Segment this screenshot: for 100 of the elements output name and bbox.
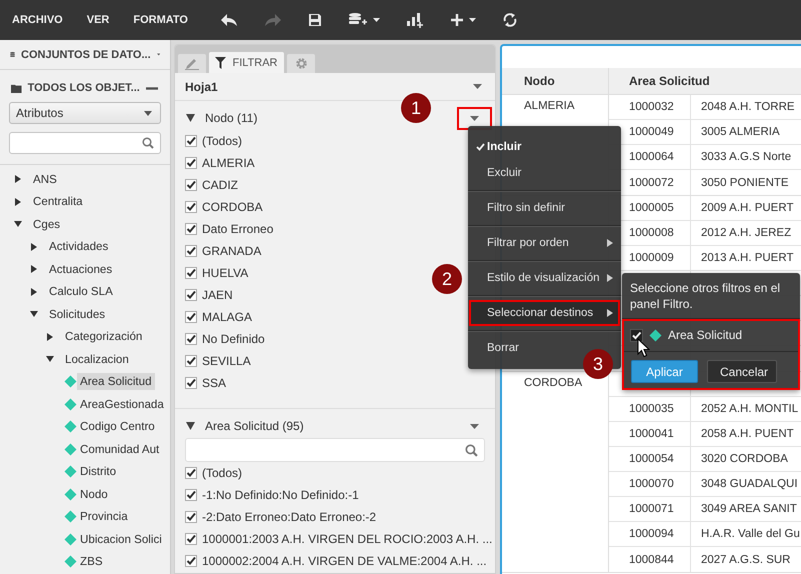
table-cell: 1000032 — [629, 101, 674, 113]
attribute-icon — [64, 488, 77, 501]
expander-icon[interactable] — [30, 242, 38, 251]
menu-item[interactable]: Excluir — [469, 160, 620, 186]
checkbox[interactable] — [185, 467, 197, 479]
attribute-icon — [64, 465, 77, 478]
submenu-arrow-icon — [607, 274, 613, 282]
panel-tab[interactable]: FILTRAR — [209, 52, 284, 73]
tree-item[interactable]: Calculo SLA — [46, 283, 116, 300]
search-field[interactable] — [9, 132, 161, 154]
filter-value: -1:No Definido:No Definido:-1 — [202, 488, 359, 502]
cancel-button[interactable]: Cancelar — [707, 360, 777, 383]
caret-icon — [470, 424, 479, 428]
search-field[interactable] — [185, 438, 485, 462]
checkbox[interactable] — [185, 333, 197, 345]
table-cell: 2058 A.H. PUENT — [701, 428, 794, 440]
checkbox[interactable] — [185, 223, 197, 235]
tree-item[interactable]: Nodo — [77, 486, 111, 503]
add-chart-icon — [406, 12, 424, 28]
checkbox[interactable] — [185, 311, 197, 323]
tree-item[interactable]: Categorización — [62, 328, 146, 346]
menu-button[interactable]: FORMATO — [125, 10, 196, 30]
checkbox[interactable] — [185, 533, 197, 545]
filter-value: Dato Erroneo — [202, 222, 274, 236]
menu-item[interactable]: Seleccionar destinos — [469, 300, 620, 326]
tree-item[interactable]: Area Solicitud — [77, 373, 155, 390]
tree-item[interactable]: Distrito — [77, 463, 120, 480]
checkbox[interactable] — [185, 511, 197, 523]
folder-icon — [11, 82, 22, 94]
caret-icon — [372, 18, 380, 22]
tree-item[interactable]: ANS — [30, 170, 60, 188]
redo-icon — [264, 13, 282, 27]
caret-icon — [470, 116, 479, 120]
expander-icon[interactable] — [14, 220, 22, 228]
expander-icon[interactable] — [46, 355, 54, 364]
expander-icon[interactable] — [186, 114, 195, 122]
attribute-icon — [64, 555, 77, 568]
tree-item[interactable]: ZBS — [77, 553, 106, 570]
submenu-hint: Seleccione otros filtros en el panel Filtro. — [622, 273, 800, 319]
table-cell: 3033 A.G.S Norte — [701, 151, 792, 163]
checkbox[interactable] — [185, 245, 197, 257]
tree-item[interactable]: Cges — [30, 216, 64, 233]
filter-value: (Todos) — [202, 134, 242, 148]
expander-icon[interactable] — [30, 288, 38, 296]
tree-item[interactable]: AreaGestionada — [77, 396, 167, 413]
checkbox[interactable] — [630, 328, 643, 342]
table-cell: 1000041 — [629, 428, 674, 440]
menu-item[interactable]: Filtro sin definir — [469, 195, 620, 221]
menu-item[interactable]: Estilo de visualización — [469, 265, 620, 291]
expander-icon[interactable] — [30, 310, 38, 318]
checkbox[interactable] — [185, 289, 197, 301]
table-cell: 3005 ALMERIA — [701, 126, 780, 138]
caret-icon — [144, 110, 152, 116]
checkbox[interactable] — [185, 267, 197, 279]
checkbox[interactable] — [185, 179, 197, 191]
objects-title: TODOS LOS OBJET... — [28, 82, 140, 94]
checkbox[interactable] — [185, 157, 197, 169]
tree-item[interactable]: Localizacion — [62, 350, 132, 368]
table-cell: 3020 CORDOBA — [701, 453, 788, 465]
caret-icon — [468, 18, 476, 22]
cursor-icon — [637, 338, 650, 358]
expander-icon[interactable] — [14, 198, 22, 206]
expander-icon[interactable] — [30, 265, 38, 274]
menu-button[interactable]: VER — [78, 10, 118, 30]
checkbox[interactable] — [185, 201, 197, 213]
tree-item[interactable]: Provincia — [77, 508, 131, 526]
checkbox[interactable] — [185, 377, 197, 389]
tree-item[interactable]: Ubicacion Solici — [77, 530, 165, 548]
table-cell: 2027 A.G.S. SUR — [701, 554, 790, 566]
tree-item[interactable]: Centralita — [30, 193, 86, 210]
tree-item[interactable]: Actuaciones — [46, 260, 116, 278]
filter-value: CORDOBA — [202, 200, 263, 214]
table-cell: 1000035 — [629, 403, 674, 415]
filter-value: 1000001:2003 A.H. VIRGEN DEL ROCIO:2003 A.H. ... — [202, 532, 492, 546]
view-select[interactable]: Atributos — [9, 102, 161, 124]
menu-item[interactable]: Incluir — [469, 134, 620, 160]
settings-icon — [294, 57, 308, 70]
checkbox[interactable] — [185, 489, 197, 501]
plus-icon — [450, 13, 464, 27]
table-cell: H.A.R. Valle del Gu — [701, 528, 800, 540]
checkbox[interactable] — [185, 135, 197, 147]
table-cell: CORDOBA — [524, 377, 582, 389]
tree-item[interactable]: Codigo Centro — [77, 418, 158, 436]
caret-icon[interactable] — [473, 84, 482, 89]
table-cell: 2048 A.H. TORRE — [701, 101, 795, 113]
sheet-name: Hoja1 — [185, 80, 218, 94]
table-cell: 3048 GUADALQUI — [701, 478, 798, 490]
menu-item[interactable]: Filtrar por orden — [469, 230, 620, 256]
submenu-arrow-icon — [607, 239, 613, 247]
expander-icon[interactable] — [186, 422, 195, 430]
checkbox[interactable] — [185, 555, 197, 567]
menu-button[interactable]: ARCHIVO — [4, 10, 71, 30]
tree-item[interactable]: Solicitudes — [46, 306, 108, 323]
expander-icon[interactable] — [14, 175, 22, 184]
checkbox[interactable] — [185, 355, 197, 367]
collapse-icon[interactable] — [146, 86, 158, 90]
expander-icon[interactable] — [46, 332, 54, 341]
tree-item[interactable]: Actividades — [46, 238, 112, 256]
tree-item[interactable]: Comunidad Aut — [77, 440, 162, 458]
filter-value: 1000002:2004 A.H. VIRGEN DE VALME:2004 A.H. ... — [202, 554, 487, 568]
